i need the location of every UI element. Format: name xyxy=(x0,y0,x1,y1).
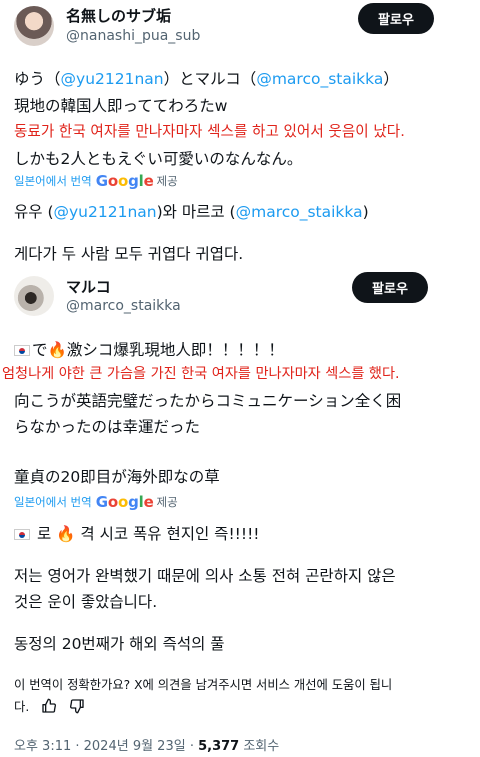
red-translation-overlay: 엄청나게 야한 큰 가슴을 가진 한국 여자를 만나자마자 섹스를 했다. xyxy=(2,366,400,382)
translation-feedback-row: 다. xyxy=(14,697,85,715)
user-name[interactable]: マルコ xyxy=(66,276,111,297)
mention-link[interactable]: @yu2121nan xyxy=(61,70,164,88)
mention-link[interactable]: @marco_staikka xyxy=(256,70,383,88)
text: ) xyxy=(362,203,369,221)
fire-icon: 🔥 xyxy=(56,525,76,543)
translated-text-line: 유우 (@yu2121nan)와 마르코 (@marco_staikka) xyxy=(14,200,369,222)
translated-text-line: 동정의 20번째가 해외 즉석의 풀 xyxy=(14,635,225,653)
fire-icon: 🔥 xyxy=(47,341,67,359)
red-translation-overlay: 동료가 한국 여자를 만나자마자 섹스를 하고 있어서 웃음이 났다. xyxy=(14,123,405,140)
google-logo: Google xyxy=(95,172,154,190)
views-label: 조회수 xyxy=(239,739,280,754)
translated-text-line: 로 🔥 격 시코 폭유 현지인 즉!!!!! xyxy=(14,522,260,544)
text: 로 xyxy=(36,525,52,543)
user-name[interactable]: 名無しのサブ垢 xyxy=(66,5,171,26)
text: 激シコ爆乳現地人即！！！！！ xyxy=(66,341,284,359)
tweet-text-line: 向こうが英語完璧だったからコミュニケーション全く困 xyxy=(14,392,402,410)
translated-text-line: 것은 운이 좋았습니다. xyxy=(14,593,158,611)
thumbs-up-icon[interactable] xyxy=(41,698,57,714)
follow-button[interactable]: 팔로우 xyxy=(358,3,434,34)
tweet-text-line: しかも2人ともえぐい可愛いのなんなん。 xyxy=(14,150,303,168)
korean-flag-icon xyxy=(14,345,30,356)
text: ）とマルコ（ xyxy=(163,70,257,88)
user-handle[interactable]: @nanashi_pua_sub xyxy=(66,28,200,44)
follow-button[interactable]: 팔로우 xyxy=(352,272,428,303)
thumbs-down-icon[interactable] xyxy=(69,698,85,714)
tweet-meta: 오후 3:11 · 2024년 9월 23일 · 5,377 조회수 xyxy=(14,735,279,754)
translation-attribution: 일본어에서 번역 Google 제공 xyxy=(14,172,178,190)
user-handle[interactable]: @marco_staikka xyxy=(66,298,181,314)
translated-from-link[interactable]: 일본어에서 번역 xyxy=(14,173,92,189)
text: ゆう（ xyxy=(14,70,61,88)
translated-text-line: 저는 영어가 완벽했기 때문에 의사 소통 전혀 곤란하지 않은 xyxy=(14,567,396,585)
views-count: 5,377 xyxy=(198,739,240,754)
text: )와 마르코 ( xyxy=(156,203,236,221)
translation-feedback-prompt: 이 번역이 정확한가요? X에 의견을 남겨주시면 서비스 개선에 도움이 됩니 xyxy=(14,678,393,692)
timestamp[interactable]: 오후 3:11 · 2024년 9월 23일 · xyxy=(14,739,198,754)
google-logo: Google xyxy=(95,493,154,511)
tweet-text-line: 童貞の20即目が海外即なの草 xyxy=(14,468,220,486)
avatar[interactable] xyxy=(14,276,54,316)
translated-from-link[interactable]: 일본어에서 번역 xyxy=(14,494,92,510)
mention-link[interactable]: @marco_staikka xyxy=(236,203,363,221)
text: ） xyxy=(383,70,399,88)
provider-label: 제공 xyxy=(156,495,178,509)
text: 다. xyxy=(14,700,30,714)
avatar[interactable] xyxy=(14,6,54,46)
tweet-text-line: らなかったのは幸運だった xyxy=(14,418,201,436)
text: で xyxy=(32,341,48,359)
provider-label: 제공 xyxy=(156,174,178,188)
tweet-text-line: 現地の韓国人即っててわろたw xyxy=(14,97,228,115)
text: 유우 ( xyxy=(14,203,54,221)
korean-flag-icon xyxy=(14,529,30,540)
tweet-text-line: ゆう（@yu2121nan）とマルコ（@marco_staikka） xyxy=(14,67,399,89)
translation-attribution: 일본어에서 번역 Google 제공 xyxy=(14,493,178,511)
translated-text-line: 게다가 두 사람 모두 귀엽다 귀엽다. xyxy=(14,245,244,263)
text: 격 시코 폭유 현지인 즉!!!!! xyxy=(80,525,260,543)
mention-link[interactable]: @yu2121nan xyxy=(54,203,157,221)
tweet-text-line: で🔥激シコ爆乳現地人即！！！！！ xyxy=(14,338,284,360)
